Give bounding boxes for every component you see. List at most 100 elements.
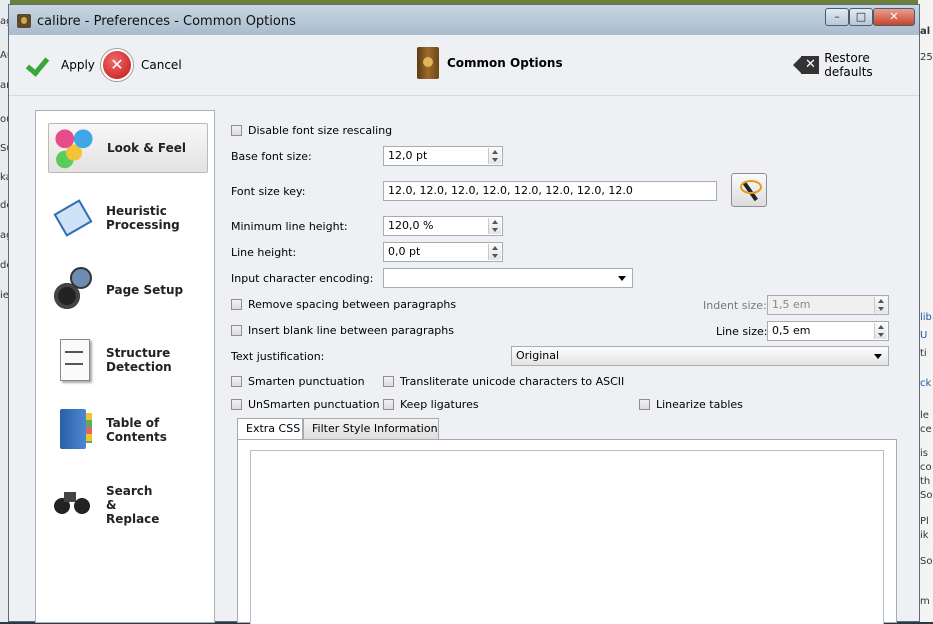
spinbox-value: 1,5 em (772, 298, 811, 311)
dropdown-arrow-icon (618, 276, 626, 281)
checkbox-box[interactable] (383, 376, 394, 387)
options-category-list: Look & Feel Heuristic Processing Page Se… (35, 110, 215, 623)
dropdown-arrow-icon (874, 354, 882, 359)
line-height-label: Line height: (231, 246, 297, 259)
transliterate-unicode-checkbox[interactable]: Transliterate unicode characters to ASCI… (383, 375, 624, 388)
unsmarten-punctuation-checkbox[interactable]: UnSmarten punctuation (231, 398, 380, 411)
checkmark-icon (25, 51, 53, 79)
backspace-icon: ✕ (793, 56, 820, 74)
sidebar-item-page-setup[interactable]: Page Setup (48, 265, 208, 315)
checkbox-box[interactable] (231, 399, 242, 410)
spinbox-value: 0,5 em (772, 324, 811, 337)
checkbox-label: Disable font size rescaling (248, 124, 393, 137)
sidebar-item-label: Search & Replace (106, 484, 160, 526)
spin-arrows-icon[interactable] (488, 148, 501, 164)
cancel-button[interactable]: ✕ Cancel (101, 49, 182, 81)
tab-extra-css[interactable]: Extra CSS (237, 418, 303, 441)
min-line-height-label: Minimum line height: (231, 220, 348, 233)
bg-fragment: co (920, 462, 932, 473)
bg-fragment: th (920, 476, 931, 487)
checkbox-box[interactable] (231, 376, 242, 387)
spinbox-value: 0,0 pt (388, 245, 421, 258)
checkbox-box[interactable] (231, 125, 242, 136)
paint-palette-icon (51, 125, 97, 171)
input-encoding-label: Input character encoding: (231, 272, 374, 285)
spin-arrows-icon[interactable] (488, 244, 501, 260)
keep-ligatures-checkbox[interactable]: Keep ligatures (383, 398, 479, 411)
line-height-spinbox[interactable]: 0,0 pt (383, 242, 503, 262)
bg-fragment: 25 (920, 52, 933, 63)
sidebar-item-table-of-contents[interactable]: Table of Contents (48, 405, 208, 455)
bg-fragment: So (920, 556, 933, 567)
combobox-value: Original (516, 349, 560, 362)
checkbox-label: Transliterate unicode characters to ASCI… (400, 375, 625, 388)
extra-css-pane (237, 439, 897, 624)
checkbox-label: UnSmarten punctuation (248, 398, 380, 411)
indent-size-spinbox[interactable]: 1,5 em (767, 295, 889, 315)
restore-defaults-button[interactable]: ✕ Restore defaults (793, 51, 919, 79)
bg-fragment: m (920, 596, 930, 607)
window-title: calibre - Preferences - Common Options (37, 14, 296, 29)
smarten-punctuation-checkbox[interactable]: Smarten punctuation (231, 375, 365, 388)
indent-size-label: Indent size: (703, 299, 767, 312)
font-size-wizard-button[interactable] (731, 173, 767, 207)
section-title: Common Options (447, 56, 563, 70)
bg-fragment: U (920, 330, 928, 341)
sidebar-item-search-replace[interactable]: Search & Replace (48, 475, 208, 535)
bg-fragment: Pl (920, 516, 929, 527)
line-size-label: Line size: (716, 325, 768, 338)
text-justification-combobox[interactable]: Original (511, 346, 889, 366)
apply-button[interactable]: Apply (25, 51, 95, 79)
sidebar-item-label: Page Setup (106, 283, 184, 297)
text-justification-label: Text justification: (231, 350, 325, 363)
sidebar-item-label: Look & Feel (107, 141, 187, 155)
calibre-app-icon (17, 14, 31, 28)
toolbar: Apply ✕ Cancel Common Options ✕ Restore … (9, 35, 919, 96)
checkbox-label: Insert blank line between paragraphs (248, 324, 454, 337)
sidebar-item-heuristic-processing[interactable]: Heuristic Processing (48, 193, 208, 243)
linearize-tables-checkbox[interactable]: Linearize tables (639, 398, 743, 411)
minimize-button[interactable]: – (825, 8, 849, 26)
base-font-size-label: Base font size: (231, 150, 312, 163)
checkbox-box[interactable] (231, 299, 242, 310)
bg-fragment: ce (920, 424, 932, 435)
spin-arrows-icon[interactable] (874, 323, 887, 339)
checkbox-box[interactable] (639, 399, 650, 410)
font-size-key-label: Font size key: (231, 185, 306, 198)
insert-blank-line-checkbox[interactable]: Insert blank line between paragraphs (231, 324, 454, 337)
checkbox-label: Linearize tables (656, 398, 743, 411)
checkbox-box[interactable] (231, 325, 242, 336)
font-size-key-input[interactable]: 12.0, 12.0, 12.0, 12.0, 12.0, 12.0, 12.0… (383, 181, 717, 201)
restore-label: Restore defaults (824, 51, 873, 79)
checkbox-label: Remove spacing between paragraphs (248, 298, 457, 311)
preferences-window: calibre - Preferences - Common Options –… (8, 4, 920, 624)
sidebar-item-label: Table of Contents (106, 416, 167, 444)
book-icon (417, 47, 439, 79)
bg-fragment: ti (920, 348, 927, 359)
tab-filter-style-information[interactable]: Filter Style Information (303, 418, 439, 440)
spin-arrows-icon[interactable] (488, 218, 501, 234)
checkbox-box[interactable] (383, 399, 394, 410)
heuristic-icon (50, 195, 96, 241)
extra-css-textarea[interactable] (250, 450, 884, 624)
checkbox-label: Smarten punctuation (248, 375, 365, 388)
sidebar-item-look-feel[interactable]: Look & Feel (48, 123, 208, 173)
line-size-spinbox[interactable]: 0,5 em (767, 321, 889, 341)
sidebar-item-structure-detection[interactable]: Structure Detection (48, 335, 208, 385)
min-line-height-spinbox[interactable]: 120,0 % (383, 216, 503, 236)
maximize-button[interactable]: □ (849, 8, 873, 26)
bg-fragment: ik (920, 530, 929, 541)
input-encoding-combobox[interactable] (383, 268, 633, 288)
bg-fragment: ck (920, 378, 932, 389)
spin-arrows-icon[interactable] (874, 297, 887, 313)
base-font-size-spinbox[interactable]: 12,0 pt (383, 146, 503, 166)
sidebar-item-label: Heuristic Processing (106, 204, 180, 232)
close-button[interactable]: ✕ (873, 8, 915, 26)
structure-icon (50, 337, 96, 383)
remove-spacing-checkbox[interactable]: Remove spacing between paragraphs (231, 298, 456, 311)
bg-fragment: al (920, 26, 931, 37)
toc-icon (50, 407, 96, 453)
spinbox-value: 120,0 % (388, 219, 434, 232)
title-bar[interactable]: calibre - Preferences - Common Options –… (9, 5, 919, 35)
disable-font-rescaling-checkbox[interactable]: Disable font size rescaling (231, 124, 392, 137)
